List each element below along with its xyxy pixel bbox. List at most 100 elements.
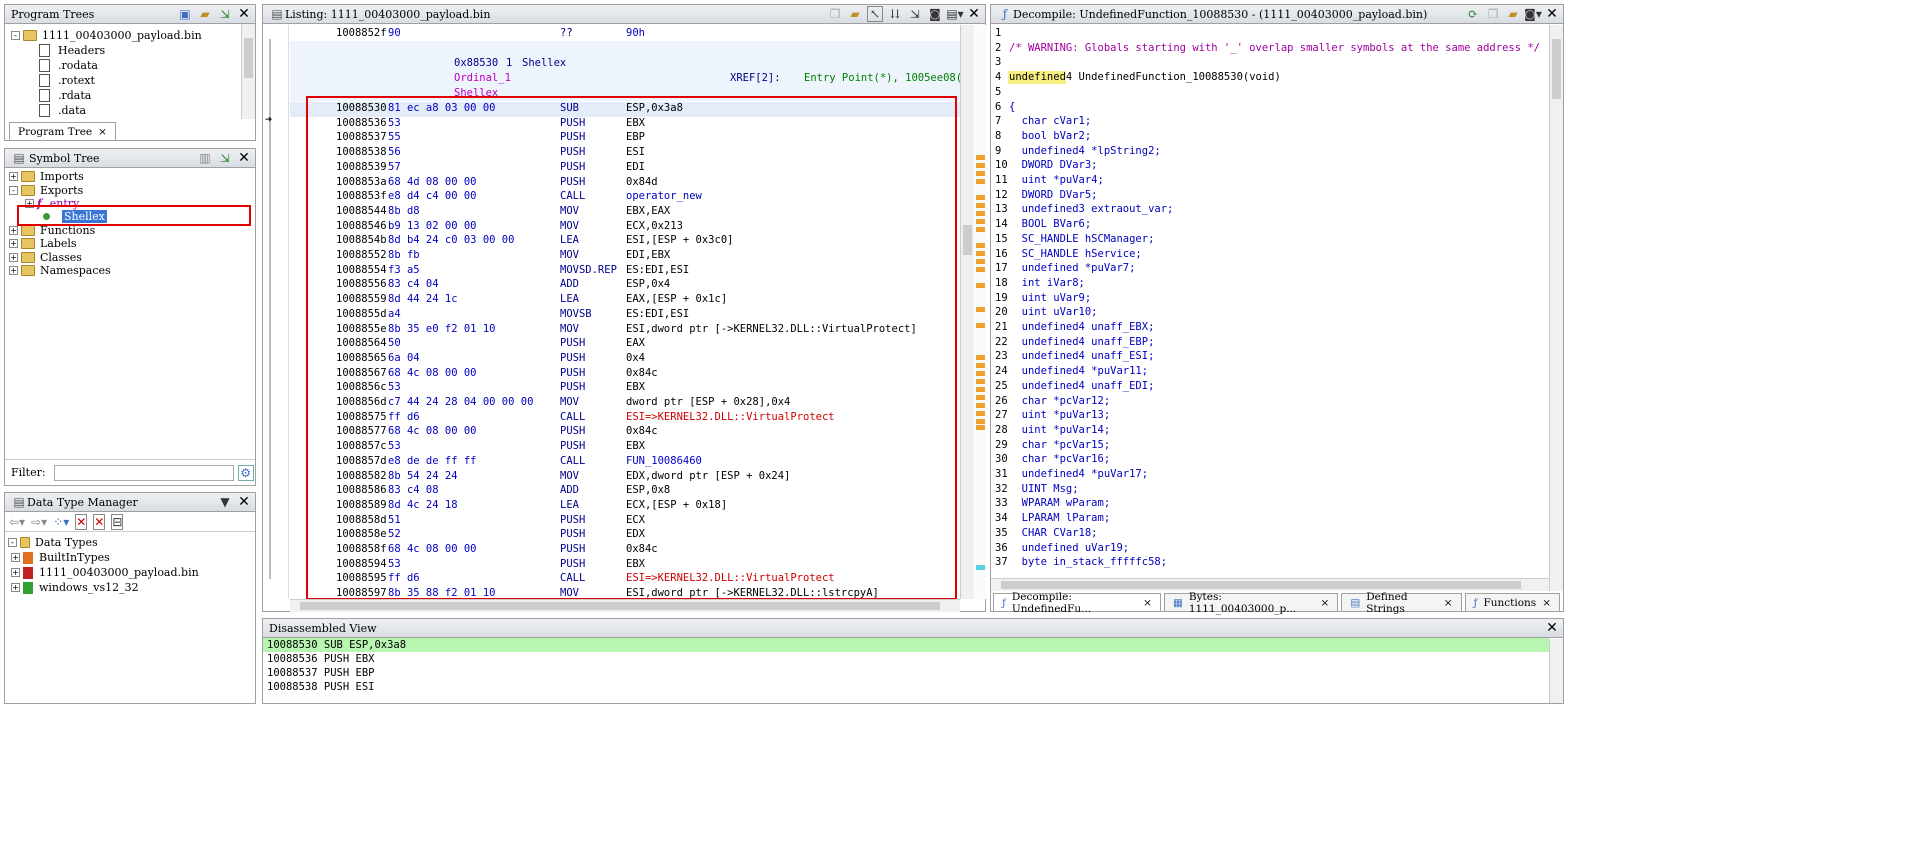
data-type-archive[interactable]: +1111_00403000_payload.bin [5, 565, 255, 580]
decompile-line[interactable]: 2/* WARNING: Globals starting with '_' o… [991, 42, 1549, 57]
overview-marker[interactable] [976, 411, 985, 416]
copy-icon[interactable]: ❐ [827, 6, 843, 22]
filter-options-icon[interactable]: ⚙ [237, 464, 254, 481]
decompile-line[interactable]: 9 undefined4 *lpString2; [991, 145, 1549, 160]
overview-marker[interactable] [976, 179, 985, 184]
overview-marker[interactable] [976, 379, 985, 384]
program-tree-item[interactable]: .data [5, 103, 255, 118]
decompile-line[interactable]: 25 undefined4 unaff_EDI; [991, 380, 1549, 395]
filter-arrays-icon[interactable]: ✕ [75, 513, 88, 530]
overview-marker[interactable] [976, 323, 985, 328]
merge-icon[interactable]: ⇲ [217, 6, 233, 22]
refresh-icon[interactable]: ⟳ [1465, 6, 1481, 22]
disassembled-line[interactable]: 10088538 PUSH ESI [263, 680, 1549, 694]
decompile-hscroll[interactable] [991, 578, 1549, 591]
disassembled-line[interactable]: 10088537 PUSH EBP [263, 666, 1549, 680]
decompile-line[interactable]: 26 char *pcVar12; [991, 395, 1549, 410]
decompile-line[interactable]: 29 char *pcVar15; [991, 439, 1549, 454]
collapse-icon[interactable]: - [8, 538, 17, 547]
decompile-line[interactable]: 35 CHAR CVar18; [991, 527, 1549, 542]
listing-top-row[interactable]: 1008852f 90 ?? 90h [290, 27, 960, 42]
program-tree-item[interactable]: .rotext [5, 73, 255, 88]
expand-icon[interactable]: + [9, 225, 18, 235]
filter-pointers-icon[interactable]: ✕ [93, 513, 106, 530]
expand-icon[interactable]: + [9, 252, 18, 262]
overview-marker[interactable] [976, 251, 985, 256]
filter-input[interactable] [53, 464, 234, 481]
overview-marker[interactable] [976, 307, 985, 312]
decompile-line[interactable]: 37 byte in_stack_fffffc58; [991, 556, 1549, 571]
cursor-icon[interactable]: ↖ [867, 6, 883, 22]
snapshot-icon[interactable]: ◙▾ [1524, 6, 1542, 22]
navigate-icon[interactable]: ⇲ [217, 150, 233, 166]
decompile-tab[interactable]: ƒ Decompile: UndefinedFu... × [993, 591, 1161, 615]
decompile-line[interactable]: 36 undefined uVar19; [991, 542, 1549, 557]
decompile-line[interactable]: 15 SC_HANDLE hSCManager; [991, 233, 1549, 248]
overview-marker[interactable] [976, 155, 985, 160]
listing-hscroll[interactable] [290, 599, 960, 612]
program-tree-item[interactable]: Headers [5, 43, 255, 58]
overview-marker[interactable] [976, 195, 985, 200]
close-tab-icon[interactable]: × [98, 126, 107, 138]
symbol-node[interactable]: + Namespaces [5, 264, 255, 277]
close-icon[interactable]: ✕ [1545, 620, 1559, 636]
collapse-all-icon[interactable]: ⊟ [111, 513, 124, 530]
decompile-line[interactable]: 20 uint uVar10; [991, 306, 1549, 321]
overview-marker[interactable] [976, 371, 985, 376]
decompile-line[interactable]: 34 LPARAM lParam; [991, 512, 1549, 527]
overview-marker[interactable] [976, 163, 985, 168]
decompile-tab[interactable]: ▦ Bytes: 1111_00403000_p... × [1163, 591, 1339, 615]
overview-marker[interactable] [976, 267, 985, 272]
overview-marker[interactable] [976, 419, 985, 424]
overview-marker[interactable] [976, 219, 985, 224]
symbol-node[interactable]: + Classes [5, 250, 255, 264]
overview-marker[interactable] [976, 425, 985, 430]
expand-icon[interactable]: + [9, 172, 18, 182]
close-icon[interactable]: ✕ [237, 494, 251, 510]
expand-icon[interactable]: + [11, 568, 20, 577]
data-type-archive[interactable]: + BuiltInTypes [5, 550, 255, 565]
close-icon[interactable]: ✕ [237, 6, 251, 22]
overview-marker[interactable] [976, 203, 985, 208]
close-tab-icon[interactable]: × [1542, 597, 1551, 609]
decompile-line[interactable]: 14 BOOL BVar6; [991, 218, 1549, 233]
close-icon[interactable]: ✕ [1545, 6, 1559, 22]
overview-marker[interactable] [976, 565, 985, 570]
dtm-menu-icon[interactable]: ▼ [217, 494, 233, 510]
decompile-line[interactable]: 1 [991, 27, 1549, 42]
decompile-line[interactable]: 10 DWORD DVar3; [991, 159, 1549, 174]
create-tree-icon[interactable]: ▣ [177, 6, 193, 22]
forward-arrow-icon[interactable]: ⇨▾ [31, 515, 47, 529]
field-editor-icon[interactable]: ⇊ [887, 6, 903, 22]
program-tree-item[interactable]: .rdata [5, 88, 255, 103]
decompile-line[interactable]: 6{ [991, 101, 1549, 116]
listing-overview-bar[interactable] [975, 25, 986, 599]
decompile-line[interactable]: 23 undefined4 unaff_ESI; [991, 350, 1549, 365]
open-folder-icon[interactable]: ▰ [197, 6, 213, 22]
create-namespace-icon[interactable]: ▥ [197, 150, 213, 166]
symbol-node[interactable]: + Labels [5, 237, 255, 250]
symbol-node[interactable]: - Exports [5, 183, 255, 197]
overview-marker[interactable] [976, 363, 985, 368]
decompile-line[interactable]: 17 undefined *puVar7; [991, 262, 1549, 277]
decompile-line[interactable]: 30 char *pcVar16; [991, 453, 1549, 468]
disassembled-line[interactable]: 10088536 PUSH EBX [263, 652, 1549, 666]
decompile-line[interactable]: 32 UINT Msg; [991, 483, 1549, 498]
decompile-tab[interactable]: ▤ Defined Strings × [1341, 591, 1462, 615]
program-tree-item[interactable]: .rodata [5, 58, 255, 73]
expand-icon[interactable]: + [11, 553, 20, 562]
decompile-line[interactable]: 11 uint *puVar4; [991, 174, 1549, 189]
decompile-line[interactable]: 18 int iVar8; [991, 277, 1549, 292]
close-tab-icon[interactable]: × [1444, 597, 1453, 609]
decompile-line[interactable]: 24 undefined4 *puVar11; [991, 365, 1549, 380]
data-type-archive[interactable]: + windows_vs12_32 [5, 580, 255, 595]
export-icon[interactable]: ▰ [1505, 6, 1521, 22]
decompile-line[interactable]: 4 undefined4 UndefinedFunction_10088530(v… [991, 71, 1549, 86]
decompile-line[interactable]: 31 undefined4 *puVar17; [991, 468, 1549, 483]
decompile-line[interactable]: 8 bool bVar2; [991, 130, 1549, 145]
overview-marker[interactable] [976, 211, 985, 216]
collapse-icon[interactable]: - [11, 31, 20, 40]
close-icon[interactable]: ✕ [237, 150, 251, 166]
decompile-line[interactable]: 7 char cVar1; [991, 115, 1549, 130]
overview-marker[interactable] [976, 243, 985, 248]
